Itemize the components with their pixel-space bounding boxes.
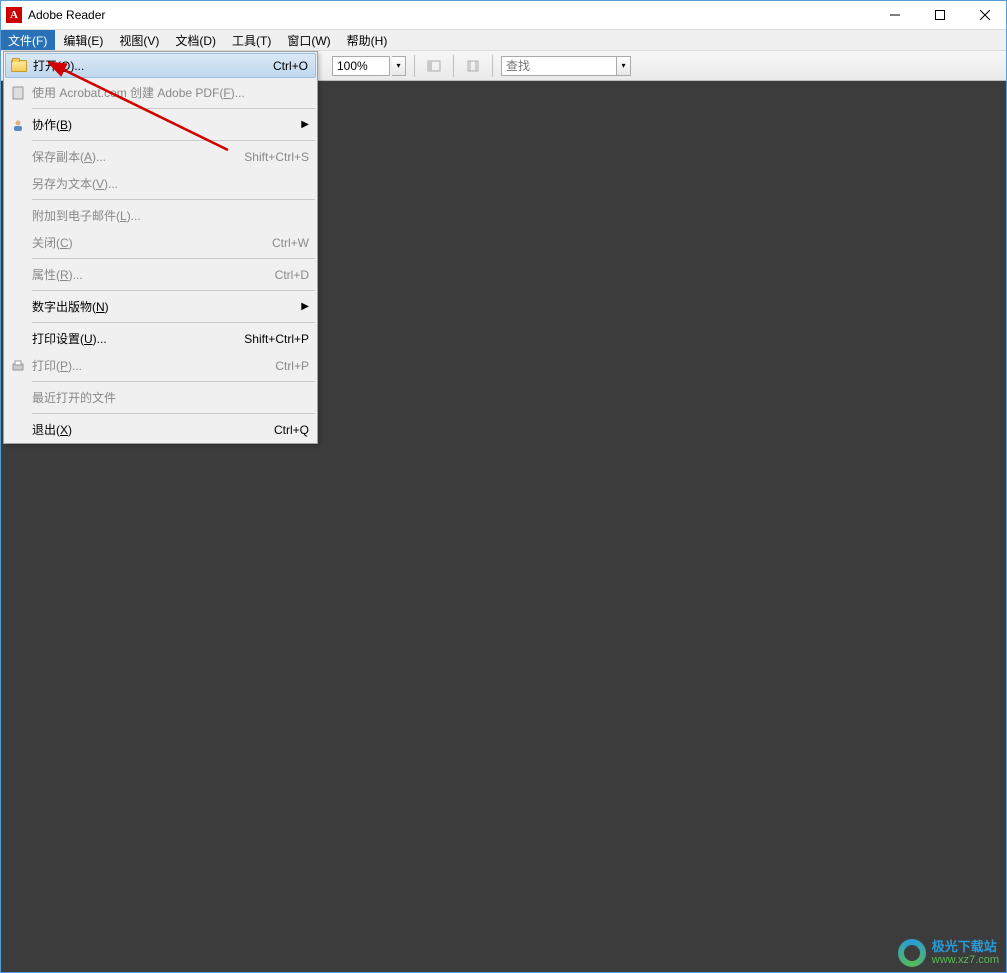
menu-item-label: 另存为文本(V)...	[32, 175, 309, 192]
menu-window[interactable]: 窗口(W)	[279, 30, 338, 50]
maximize-button[interactable]	[917, 0, 962, 29]
menu-help[interactable]: 帮助(H)	[339, 30, 396, 50]
search-dropdown-button[interactable]: ▾	[617, 56, 631, 76]
menu-shortcut: Shift+Ctrl+P	[244, 332, 309, 346]
menu-separator	[32, 290, 315, 291]
menu-item-label: 附加到电子邮件(L)...	[32, 207, 309, 224]
menu-item-collaborate[interactable]: 协作(B) ▶	[4, 111, 317, 138]
window-controls	[872, 0, 1007, 29]
minimize-button[interactable]	[872, 0, 917, 29]
menu-item-label: 保存副本(A)...	[32, 148, 244, 165]
search-box: ▾	[501, 56, 631, 76]
file-menu-dropdown: 打开(O)... Ctrl+O 使用 Acrobat.com 创建 Adobe …	[3, 51, 318, 444]
menu-item-properties[interactable]: 属性(R)... Ctrl+D	[4, 261, 317, 288]
folder-icon	[9, 60, 29, 72]
menu-item-exit[interactable]: 退出(X) Ctrl+Q	[4, 416, 317, 443]
menu-item-create-pdf[interactable]: 使用 Acrobat.com 创建 Adobe PDF(F)...	[4, 79, 317, 106]
menu-item-recent[interactable]: 最近打开的文件	[4, 384, 317, 411]
menu-item-save-as-text[interactable]: 另存为文本(V)...	[4, 170, 317, 197]
menu-separator	[32, 140, 315, 141]
menu-separator	[32, 322, 315, 323]
watermark: 极光下载站 www.xz7.com	[898, 939, 999, 967]
submenu-arrow-icon: ▶	[301, 119, 309, 130]
menu-item-print-setup[interactable]: 打印设置(U)... Shift+Ctrl+P	[4, 325, 317, 352]
watermark-title: 极光下载站	[932, 940, 999, 954]
menu-edit[interactable]: 编辑(E)	[55, 30, 111, 50]
collaborate-icon	[8, 118, 28, 132]
menu-shortcut: Ctrl+P	[275, 359, 309, 373]
menu-separator	[32, 413, 315, 414]
search-input[interactable]	[501, 56, 617, 76]
watermark-url: www.xz7.com	[932, 954, 999, 966]
menu-shortcut: Ctrl+O	[273, 59, 308, 73]
watermark-logo-icon	[898, 939, 926, 967]
menu-tools[interactable]: 工具(T)	[224, 30, 279, 50]
menu-shortcut: Ctrl+D	[275, 268, 309, 282]
menu-shortcut: Ctrl+W	[272, 236, 309, 250]
menu-separator	[32, 381, 315, 382]
menu-item-label: 关闭(C)	[32, 234, 272, 251]
menu-item-label: 最近打开的文件	[32, 389, 309, 406]
zoom-control: ▾	[332, 56, 406, 76]
toolbar-separator	[453, 55, 454, 77]
toolbar-button-1[interactable]	[423, 55, 445, 77]
print-icon	[8, 359, 28, 373]
pdf-icon	[8, 86, 28, 100]
menu-item-print[interactable]: 打印(P)... Ctrl+P	[4, 352, 317, 379]
menu-item-label: 打开(O)...	[33, 57, 273, 74]
menu-separator	[32, 258, 315, 259]
zoom-input[interactable]	[332, 56, 390, 76]
menu-view[interactable]: 视图(V)	[111, 30, 167, 50]
menu-separator	[32, 199, 315, 200]
menu-item-label: 退出(X)	[32, 421, 274, 438]
menubar: 文件(F) 编辑(E) 视图(V) 文档(D) 工具(T) 窗口(W) 帮助(H…	[0, 30, 1007, 51]
toolbar-button-2[interactable]	[462, 55, 484, 77]
titlebar: A Adobe Reader	[0, 0, 1007, 30]
menu-separator	[32, 108, 315, 109]
menu-item-label: 属性(R)...	[32, 266, 275, 283]
menu-item-open[interactable]: 打开(O)... Ctrl+O	[5, 53, 316, 78]
menu-item-label: 打印设置(U)...	[32, 330, 244, 347]
menu-item-label: 协作(B)	[32, 116, 295, 133]
toolbar-separator	[414, 55, 415, 77]
app-icon: A	[6, 7, 22, 23]
menu-shortcut: Shift+Ctrl+S	[244, 150, 309, 164]
menu-item-digital-pub[interactable]: 数字出版物(N) ▶	[4, 293, 317, 320]
menu-document[interactable]: 文档(D)	[167, 30, 224, 50]
menu-file[interactable]: 文件(F)	[0, 30, 55, 50]
toolbar-separator	[492, 55, 493, 77]
menu-item-attach-email[interactable]: 附加到电子邮件(L)...	[4, 202, 317, 229]
menu-shortcut: Ctrl+Q	[274, 423, 309, 437]
zoom-dropdown-button[interactable]: ▾	[392, 56, 406, 76]
menu-item-save-copy[interactable]: 保存副本(A)... Shift+Ctrl+S	[4, 143, 317, 170]
menu-item-label: 使用 Acrobat.com 创建 Adobe PDF(F)...	[32, 84, 309, 101]
submenu-arrow-icon: ▶	[301, 301, 309, 312]
menu-item-label: 打印(P)...	[32, 357, 275, 374]
close-button[interactable]	[962, 0, 1007, 29]
window-title: Adobe Reader	[28, 8, 105, 22]
menu-item-label: 数字出版物(N)	[32, 298, 295, 315]
menu-item-close[interactable]: 关闭(C) Ctrl+W	[4, 229, 317, 256]
